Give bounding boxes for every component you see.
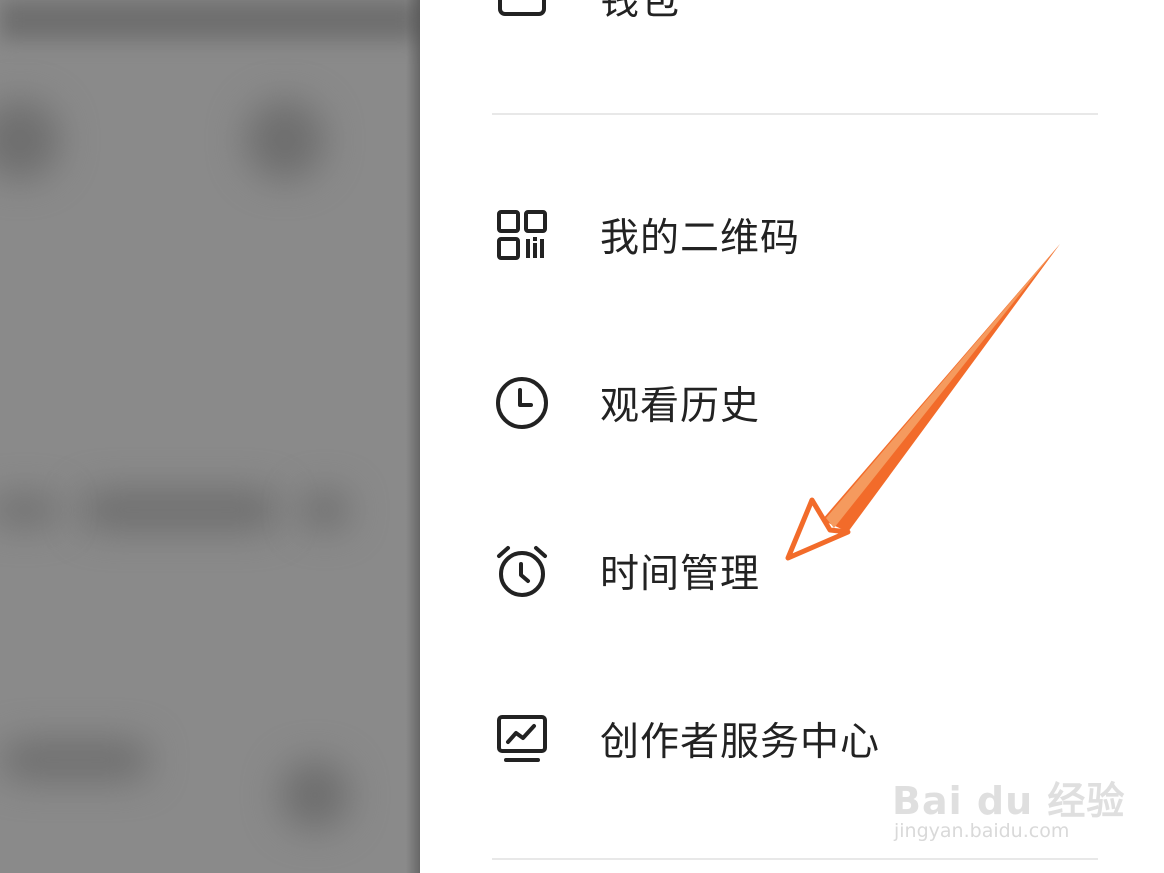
watermark-brand: Bai du 经验 bbox=[892, 779, 1126, 823]
blurred-text-bar bbox=[80, 490, 280, 530]
menu-item-label: 时间管理 bbox=[600, 552, 761, 597]
blurred-avatar-bottom bbox=[280, 760, 350, 830]
menu-item-label: 观看历史 bbox=[600, 384, 761, 429]
blurred-background-app[interactable] bbox=[0, 0, 420, 873]
blurred-avatar-right bbox=[245, 100, 325, 180]
screen: 钱包 我的二维码 观看历史 时间管理 创作者服务中心 Bai du 经验 jin… bbox=[0, 0, 1164, 873]
creator-chart-icon bbox=[492, 709, 552, 769]
divider bbox=[492, 113, 1098, 115]
blurred-dot bbox=[300, 490, 350, 530]
menu-item-time-management[interactable]: 时间管理 bbox=[492, 531, 1098, 611]
qr-code-icon bbox=[492, 205, 552, 265]
clock-icon bbox=[492, 373, 552, 433]
alarm-clock-icon bbox=[492, 541, 552, 601]
baidu-jingyan-watermark: Bai du 经验 jingyan.baidu.com bbox=[892, 750, 1124, 850]
menu-item-wallet[interactable]: 钱包 bbox=[492, 0, 1098, 38]
side-drawer-menu: 钱包 我的二维码 观看历史 时间管理 创作者服务中心 bbox=[420, 0, 1164, 873]
menu-item-my-qr-code[interactable]: 我的二维码 bbox=[492, 195, 1098, 275]
blurred-text-bar-2 bbox=[0, 495, 60, 525]
watermark-url: jingyan.baidu.com bbox=[894, 820, 1070, 842]
blurred-top-bar bbox=[0, 0, 420, 40]
menu-item-label: 创作者服务中心 bbox=[600, 720, 881, 765]
divider bbox=[492, 858, 1098, 860]
menu-item-label: 我的二维码 bbox=[600, 216, 801, 261]
menu-item-watch-history[interactable]: 观看历史 bbox=[492, 363, 1098, 443]
blurred-text-bar-3 bbox=[0, 740, 150, 780]
wallet-icon bbox=[492, 0, 552, 28]
menu-item-label: 钱包 bbox=[600, 0, 681, 24]
blurred-avatar-left bbox=[0, 100, 60, 180]
drawer-shadow bbox=[406, 0, 420, 873]
